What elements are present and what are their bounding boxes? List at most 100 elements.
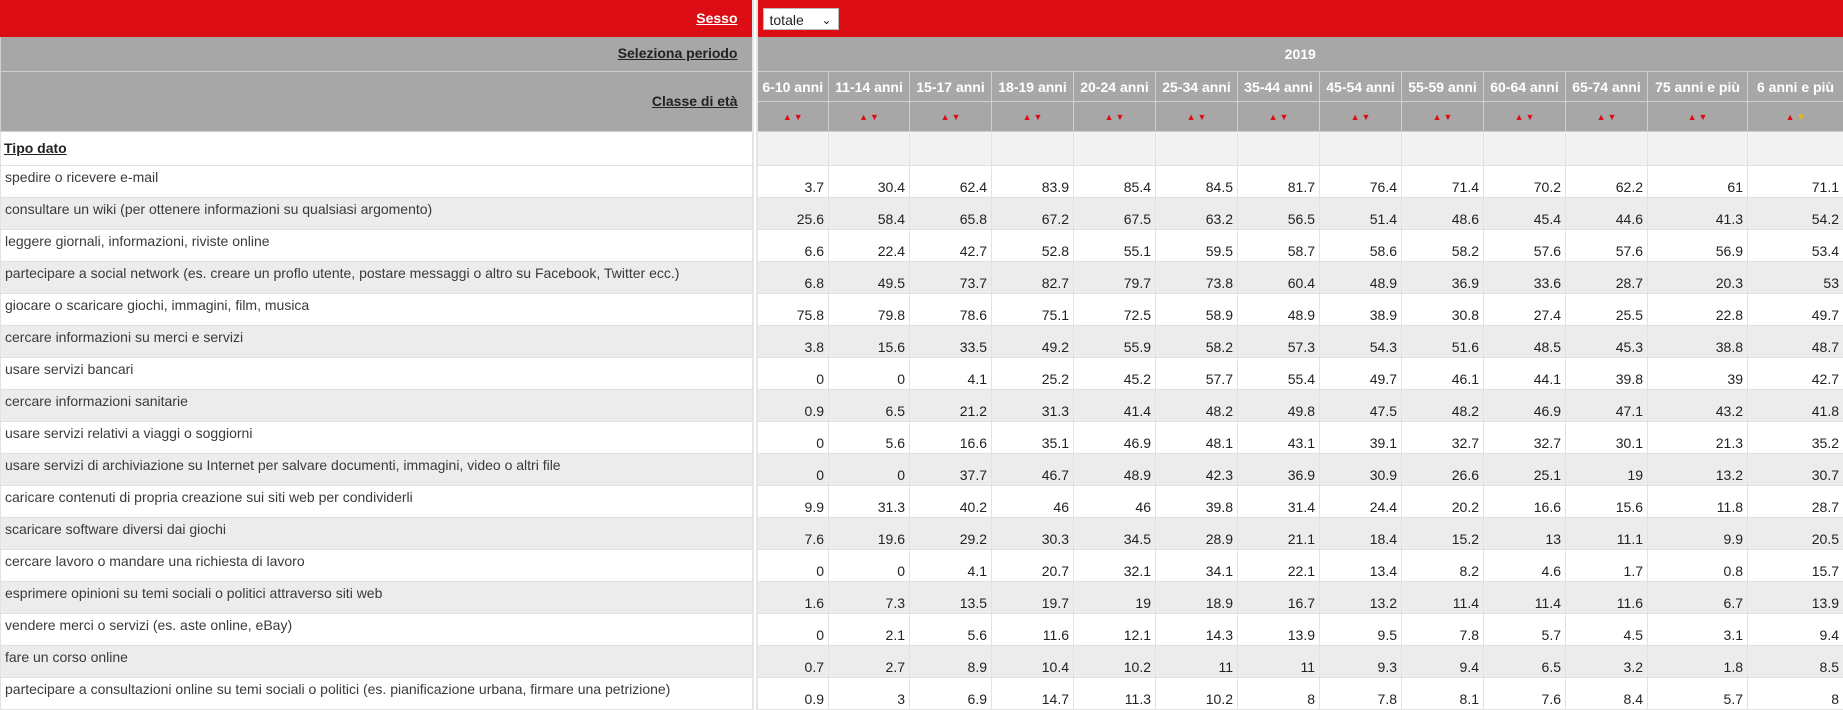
data-cell: 84.5 [1156,166,1238,198]
table-row: usare servizi di archiviazione su Intern… [1,454,1843,486]
data-cell: 38.9 [1320,294,1402,326]
blank-cell [910,132,992,166]
data-cell: 14.7 [992,678,1074,710]
row-label: giocare o scaricare giochi, immagini, fi… [1,294,755,326]
data-cell: 47.5 [1320,390,1402,422]
sex-filter-label[interactable]: Sesso [696,10,737,26]
sort-ascending-icon[interactable]: ▲ [1433,112,1442,122]
sort-descending-icon[interactable]: ▼ [794,112,803,122]
data-cell: 7.6 [755,518,829,550]
data-cell: 47.1 [1566,390,1648,422]
sort-ascending-icon[interactable]: ▲ [859,112,868,122]
data-cell: 1.6 [755,582,829,614]
sort-ascending-icon[interactable]: ▲ [1023,112,1032,122]
data-cell: 35.2 [1748,422,1843,454]
sort-ascending-icon[interactable]: ▲ [1688,112,1697,122]
data-cell: 73.8 [1156,262,1238,294]
sort-descending-icon[interactable]: ▼ [1116,112,1125,122]
table-row: leggere giornali, informazioni, riviste … [1,230,1843,262]
data-cell: 8 [1748,678,1843,710]
data-cell: 76.4 [1320,166,1402,198]
data-cell: 62.2 [1566,166,1648,198]
row-header-label[interactable]: Tipo dato [1,140,67,156]
row-label: spedire o ricevere e-mail [1,166,755,198]
data-cell: 6.8 [755,262,829,294]
data-cell: 13.5 [910,582,992,614]
sort-descending-icon[interactable]: ▼ [1526,112,1535,122]
age-column-header: 20-24 anni [1074,72,1156,102]
blank-cell [1320,132,1402,166]
age-column-header: 60-64 anni [1484,72,1566,102]
sex-label-cell: Sesso [1,1,755,37]
row-header-cell: Tipo dato [1,132,755,166]
data-cell: 48.9 [1238,294,1320,326]
table-row: partecipare a social network (es. creare… [1,262,1843,294]
sort-descending-icon[interactable]: ▼ [1797,112,1806,122]
data-cell: 36.9 [1238,454,1320,486]
data-cell: 11.3 [1074,678,1156,710]
sort-descending-icon[interactable]: ▼ [870,112,879,122]
data-cell: 6.6 [755,230,829,262]
sort-controls: ▲▼ [1402,102,1484,132]
row-label: usare servizi bancari [1,358,755,390]
data-cell: 19 [1566,454,1648,486]
period-filter-label[interactable]: Seleziona periodo [618,45,738,61]
sort-controls: ▲▼ [1238,102,1320,132]
data-cell: 11.8 [1648,486,1748,518]
sort-descending-icon[interactable]: ▼ [1362,112,1371,122]
sort-descending-icon[interactable]: ▼ [1608,112,1617,122]
table-row: caricare contenuti di propria creazione … [1,486,1843,518]
sort-ascending-icon[interactable]: ▲ [1515,112,1524,122]
data-cell: 4.6 [1484,550,1566,582]
data-cell: 6.9 [910,678,992,710]
sort-ascending-icon[interactable]: ▲ [783,112,792,122]
data-cell: 30.3 [992,518,1074,550]
data-cell: 58.4 [829,198,910,230]
data-cell: 39.8 [1156,486,1238,518]
data-cell: 13.4 [1320,550,1402,582]
sort-ascending-icon[interactable]: ▲ [1597,112,1606,122]
sex-select[interactable]: totale ⌄ [763,8,839,30]
data-cell: 20.3 [1648,262,1748,294]
sort-controls: ▲▼ [1566,102,1648,132]
sort-ascending-icon[interactable]: ▲ [941,112,950,122]
sort-descending-icon[interactable]: ▼ [952,112,961,122]
data-cell: 2.7 [829,646,910,678]
sort-ascending-icon[interactable]: ▲ [1105,112,1114,122]
sort-descending-icon[interactable]: ▼ [1699,112,1708,122]
data-cell: 9.4 [1748,614,1843,646]
sort-descending-icon[interactable]: ▼ [1444,112,1453,122]
data-cell: 13 [1484,518,1566,550]
table-row: scaricare software diversi dai giochi7.6… [1,518,1843,550]
data-cell: 31.4 [1238,486,1320,518]
sort-ascending-icon[interactable]: ▲ [1786,112,1795,122]
data-cell: 10.2 [1074,646,1156,678]
data-cell: 57.7 [1156,358,1238,390]
data-cell: 9.9 [1648,518,1748,550]
sort-ascending-icon[interactable]: ▲ [1269,112,1278,122]
age-class-label[interactable]: Classe di età [652,93,738,109]
table-row: esprimere opinioni su temi sociali o pol… [1,582,1843,614]
data-cell: 30.9 [1320,454,1402,486]
data-cell: 33.6 [1484,262,1566,294]
table-row: consultare un wiki (per ottenere informa… [1,198,1843,230]
data-cell: 52.8 [992,230,1074,262]
data-cell: 57.6 [1484,230,1566,262]
sort-descending-icon[interactable]: ▼ [1034,112,1043,122]
data-cell: 10.4 [992,646,1074,678]
data-cell: 57.6 [1566,230,1648,262]
data-cell: 28.9 [1156,518,1238,550]
data-cell: 14.3 [1156,614,1238,646]
age-label-cell: Classe di età [1,72,755,132]
data-cell: 39.1 [1320,422,1402,454]
data-cell: 20.7 [992,550,1074,582]
sort-descending-icon[interactable]: ▼ [1198,112,1207,122]
sort-descending-icon[interactable]: ▼ [1280,112,1289,122]
row-label: usare servizi di archiviazione su Intern… [1,454,755,486]
age-column-header: 45-54 anni [1320,72,1402,102]
row-label: cercare lavoro o mandare una richiesta d… [1,550,755,582]
sort-ascending-icon[interactable]: ▲ [1187,112,1196,122]
data-cell: 61 [1648,166,1748,198]
sort-ascending-icon[interactable]: ▲ [1351,112,1360,122]
data-cell: 39.8 [1566,358,1648,390]
